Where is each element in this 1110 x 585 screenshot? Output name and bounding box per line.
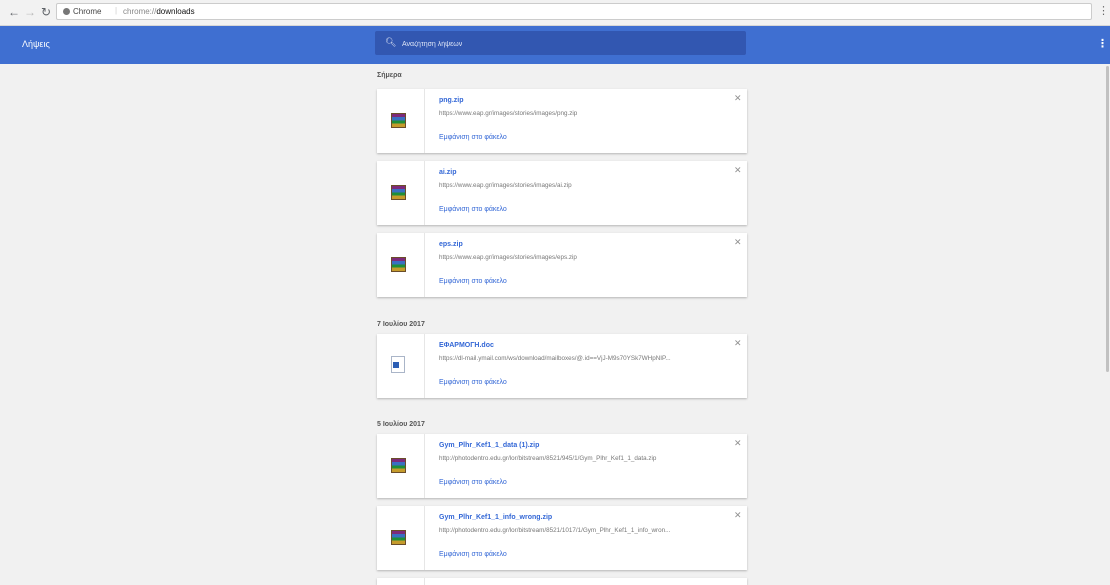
download-item: eps.zip https://www.eap.gr/images/storie… [377, 233, 747, 297]
url-path: downloads [156, 7, 195, 16]
remove-item-icon[interactable]: ✕ [734, 338, 742, 349]
file-name-link[interactable]: Gym_Plhr_Kef1_1_info_wrong.zip [439, 514, 552, 521]
date-header: 5 Ιουλίου 2017 [377, 421, 425, 428]
zip-archive-icon [391, 257, 406, 272]
file-icon-column [377, 161, 425, 225]
chrome-page-icon [63, 8, 70, 15]
file-name-link[interactable]: ai.zip [439, 169, 457, 176]
download-item-partial [377, 578, 747, 585]
address-bar[interactable]: Chrome | chrome://downloads ☆ [56, 3, 1092, 20]
more-actions-icon[interactable]: ⋮ [1097, 37, 1108, 50]
url-separator: | [115, 6, 118, 15]
remove-item-icon[interactable]: ✕ [734, 237, 742, 248]
downloads-header: Λήψεις 🔍︎ ⋮ [0, 26, 1110, 64]
scrollbar-thumb[interactable] [1106, 66, 1109, 372]
file-icon-column [377, 506, 425, 570]
file-name-link[interactable]: Gym_Plhr_Kef1_1_data (1).zip [439, 442, 539, 449]
date-header: Σήμερα [377, 72, 402, 79]
url-text: chrome://downloads [123, 4, 195, 19]
file-icon-column [377, 578, 425, 585]
download-item: ai.zip https://www.eap.gr/images/stories… [377, 161, 747, 225]
zip-archive-icon [391, 185, 406, 200]
zip-archive-icon [391, 458, 406, 473]
source-url: https://www.eap.gr/images/stories/images… [439, 182, 572, 189]
browser-toolbar: ← → ↻ Chrome | chrome://downloads ☆ ⋮ [0, 0, 1110, 26]
source-url: https://www.eap.gr/images/stories/images… [439, 110, 578, 117]
remove-item-icon[interactable]: ✕ [734, 165, 742, 176]
file-icon-column [377, 334, 425, 398]
download-item: Gym_Plhr_Kef1_1_info_wrong.zip http://ph… [377, 506, 747, 570]
remove-item-icon[interactable]: ✕ [734, 93, 742, 104]
page-title: Λήψεις [22, 39, 50, 49]
file-icon-column [377, 89, 425, 153]
source-url: http://photodentro.edu.gr/lor/bitstream/… [439, 527, 671, 534]
file-icon-column [377, 233, 425, 297]
date-header: 7 Ιουλίου 2017 [377, 321, 425, 328]
show-in-folder-link[interactable]: Εμφάνιση στο φάκελο [439, 479, 507, 486]
browser-menu-icon[interactable]: ⋮ [1098, 4, 1109, 17]
file-icon-column [377, 434, 425, 498]
back-arrow-icon[interactable]: ← [8, 5, 20, 19]
file-name-link[interactable]: eps.zip [439, 241, 463, 248]
reload-icon[interactable]: ↻ [41, 5, 51, 19]
site-info[interactable]: Chrome [63, 4, 101, 19]
url-scheme: chrome:// [123, 7, 157, 16]
source-url: https://www.eap.gr/images/stories/images… [439, 254, 577, 261]
download-item: ΕΦΑΡΜΟΓΗ.doc https://dl-mail.ymail.com/w… [377, 334, 747, 398]
download-item: Gym_Plhr_Kef1_1_data (1).zip http://phot… [377, 434, 747, 498]
file-name-link[interactable]: ΕΦΑΡΜΟΓΗ.doc [439, 342, 494, 349]
source-url: https://dl-mail.ymail.com/ws/download/ma… [439, 355, 671, 362]
file-name-link[interactable]: png.zip [439, 97, 464, 104]
remove-item-icon[interactable]: ✕ [734, 438, 742, 449]
zip-archive-icon [391, 113, 406, 128]
word-document-icon [391, 356, 405, 373]
zip-archive-icon [391, 530, 406, 545]
show-in-folder-link[interactable]: Εμφάνιση στο φάκελο [439, 379, 507, 386]
search-box[interactable]: 🔍︎ [375, 31, 746, 57]
show-in-folder-link[interactable]: Εμφάνιση στο φάκελο [439, 206, 507, 213]
source-url: http://photodentro.edu.gr/lor/bitstream/… [439, 455, 657, 462]
search-input[interactable] [400, 31, 734, 57]
show-in-folder-link[interactable]: Εμφάνιση στο φάκελο [439, 278, 507, 285]
site-info-label: Chrome [73, 7, 102, 16]
download-item: png.zip https://www.eap.gr/images/storie… [377, 89, 747, 153]
search-icon: 🔍︎ [385, 37, 397, 47]
forward-arrow-icon[interactable]: → [24, 5, 36, 19]
remove-item-icon[interactable]: ✕ [734, 510, 742, 521]
show-in-folder-link[interactable]: Εμφάνιση στο φάκελο [439, 134, 507, 141]
show-in-folder-link[interactable]: Εμφάνιση στο φάκελο [439, 551, 507, 558]
